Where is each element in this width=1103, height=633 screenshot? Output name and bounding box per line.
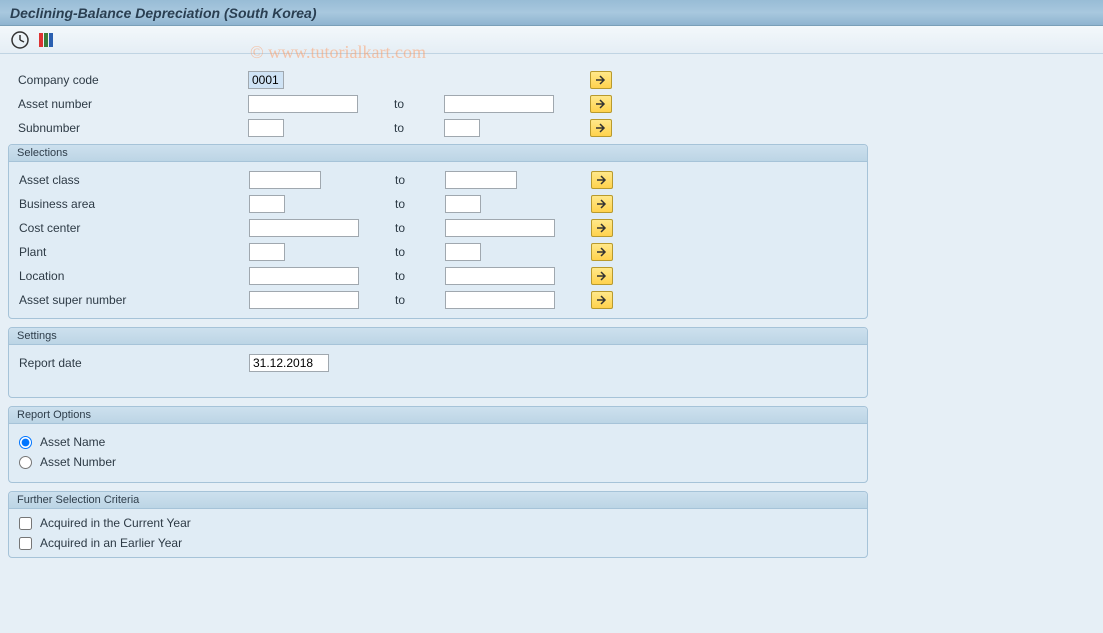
selection-to-label: to	[395, 293, 445, 307]
further-body: Acquired in the Current Year Acquired in…	[9, 509, 867, 557]
radio-label-asset-name: Asset Name	[40, 435, 105, 449]
arrow-right-icon	[595, 197, 609, 211]
report-options-body: Asset Name Asset Number	[9, 424, 867, 482]
panel-selections: Selections Asset classtoBusiness areatoC…	[8, 144, 868, 319]
panel-header-selections: Selections	[9, 145, 867, 162]
page-title: Declining-Balance Depreciation (South Ko…	[10, 5, 317, 21]
radio-label-asset-number: Asset Number	[40, 455, 116, 469]
radio-row-asset-name: Asset Name	[9, 432, 867, 452]
selection-to-label: to	[395, 221, 445, 235]
to-label-asset-number: to	[394, 97, 444, 111]
selection-to-input[interactable]	[445, 291, 555, 309]
selection-label: Location	[19, 269, 249, 283]
panel-header-further: Further Selection Criteria	[9, 492, 867, 509]
settings-body: Report date	[9, 345, 867, 397]
selection-multi-button[interactable]	[591, 219, 613, 237]
selection-to-label: to	[395, 269, 445, 283]
asset-number-to-input[interactable]	[444, 95, 554, 113]
selection-to-input[interactable]	[445, 195, 481, 213]
from-cell	[248, 71, 394, 89]
execute-button[interactable]	[10, 30, 30, 50]
selection-to-label: to	[395, 245, 445, 259]
selection-row: Business area to	[9, 192, 867, 216]
content-area: Company code Asset number to	[0, 54, 1103, 633]
row-subnumber: Subnumber to	[8, 116, 868, 140]
check-label-earlier-year: Acquired in an Earlier Year	[40, 536, 182, 550]
selection-multi-button[interactable]	[591, 195, 613, 213]
row-report-date: Report date	[9, 351, 867, 375]
subnumber-from-input[interactable]	[248, 119, 284, 137]
asset-number-from-input[interactable]	[248, 95, 358, 113]
arrow-right-icon	[595, 293, 609, 307]
selection-label: Cost center	[19, 221, 249, 235]
row-asset-number: Asset number to	[8, 92, 868, 116]
checkbox-acquired-current-year[interactable]	[19, 517, 32, 530]
selection-from-input[interactable]	[249, 291, 359, 309]
selection-label: Business area	[19, 197, 249, 211]
arrow-right-icon	[595, 173, 609, 187]
check-row-earlier-year: Acquired in an Earlier Year	[9, 533, 867, 553]
label-company-code: Company code	[18, 73, 248, 87]
panel-report-options: Report Options Asset Name Asset Number	[8, 406, 868, 483]
selection-to-label: to	[395, 197, 445, 211]
label-report-date: Report date	[19, 356, 249, 370]
selection-multi-button[interactable]	[591, 243, 613, 261]
checkbox-acquired-earlier-year[interactable]	[19, 537, 32, 550]
panel-further: Further Selection Criteria Acquired in t…	[8, 491, 868, 558]
variant-icon	[36, 30, 56, 50]
selection-label: Asset class	[19, 173, 249, 187]
selection-label: Asset super number	[19, 293, 249, 307]
selection-to-input[interactable]	[445, 267, 555, 285]
selection-multi-button[interactable]	[591, 267, 613, 285]
arrow-right-icon	[595, 221, 609, 235]
arrow-right-icon	[595, 269, 609, 283]
selection-label: Plant	[19, 245, 249, 259]
check-label-current-year: Acquired in the Current Year	[40, 516, 191, 530]
arrow-right-icon	[594, 73, 608, 87]
panel-settings: Settings Report date	[8, 327, 868, 398]
subnumber-multi-button[interactable]	[590, 119, 612, 137]
selection-row: Plant to	[9, 240, 867, 264]
title-bar: Declining-Balance Depreciation (South Ko…	[0, 0, 1103, 26]
selection-row: Location to	[9, 264, 867, 288]
selection-row: Asset super number to	[9, 288, 867, 312]
radio-asset-number[interactable]	[19, 456, 32, 469]
selection-multi-button[interactable]	[591, 291, 613, 309]
company-code-input[interactable]	[248, 71, 284, 89]
subnumber-to-input[interactable]	[444, 119, 480, 137]
label-subnumber: Subnumber	[18, 121, 248, 135]
selections-body: Asset class to Business area to Cost center t…	[9, 162, 867, 318]
selection-from-input[interactable]	[249, 171, 321, 189]
selection-from-input[interactable]	[249, 219, 359, 237]
asset-number-multi-button[interactable]	[590, 95, 612, 113]
selection-from-input[interactable]	[249, 195, 285, 213]
panel-header-settings: Settings	[9, 328, 867, 345]
top-block: Company code Asset number to	[8, 64, 868, 144]
report-date-input[interactable]	[249, 354, 329, 372]
panel-header-report-options: Report Options	[9, 407, 867, 424]
radio-asset-name[interactable]	[19, 436, 32, 449]
selection-row: Asset class to	[9, 168, 867, 192]
radio-row-asset-number: Asset Number	[9, 452, 867, 472]
arrow-right-icon	[595, 245, 609, 259]
label-asset-number: Asset number	[18, 97, 248, 111]
selection-to-input[interactable]	[445, 243, 481, 261]
row-company-code: Company code	[8, 68, 868, 92]
selection-from-input[interactable]	[249, 267, 359, 285]
selection-to-input[interactable]	[445, 171, 517, 189]
selection-multi-button[interactable]	[591, 171, 613, 189]
to-label-subnumber: to	[394, 121, 444, 135]
arrow-right-icon	[594, 97, 608, 111]
variant-button[interactable]	[36, 30, 56, 50]
selection-to-label: to	[395, 173, 445, 187]
selection-from-input[interactable]	[249, 243, 285, 261]
arrow-right-icon	[594, 121, 608, 135]
check-row-current-year: Acquired in the Current Year	[9, 513, 867, 533]
selection-to-input[interactable]	[445, 219, 555, 237]
selection-row: Cost center to	[9, 216, 867, 240]
toolbar	[0, 26, 1103, 54]
clock-execute-icon	[10, 30, 30, 50]
company-code-multi-button[interactable]	[590, 71, 612, 89]
